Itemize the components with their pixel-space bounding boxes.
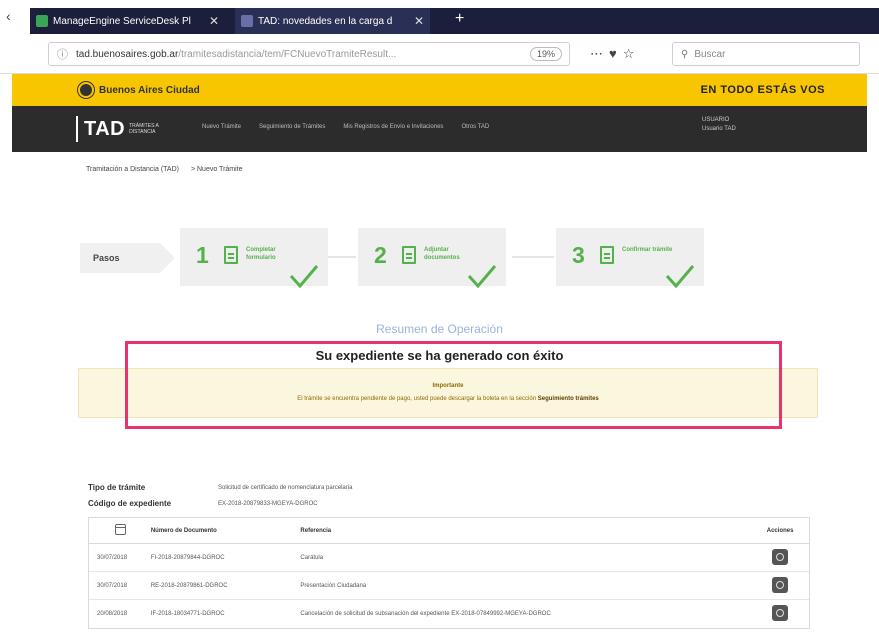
codigo-value: EX-2018-20879833-MGEYA-DGROC	[218, 501, 318, 507]
row-doc-number: RE-2018-20879861-DGROC	[150, 582, 228, 589]
breadcrumb-home[interactable]: Tramitación a Distancia (TAD)	[86, 166, 179, 173]
slogan: EN TODO ESTÁS VOS	[700, 84, 825, 96]
nav-nuevo-tramite[interactable]: Nuevo Trámite	[202, 124, 241, 130]
new-tab-button[interactable]: +	[455, 10, 464, 28]
search-icon: ⚲	[681, 48, 689, 60]
step-label: Completar formulario	[246, 247, 276, 261]
breadcrumb: Tramitación a Distancia (TAD) > Nuevo Tr…	[86, 166, 243, 173]
highlight-annotation	[125, 341, 782, 429]
tad-favicon-icon	[241, 15, 253, 27]
tab-tad[interactable]: TAD: novedades en la carga d ✕	[235, 8, 431, 34]
user-name: Usuario TAD	[702, 126, 736, 132]
checkmark-icon	[665, 265, 695, 289]
table-header: Número de Documento Referencia Acciones	[89, 518, 809, 544]
more-icon[interactable]: ⋯	[590, 46, 609, 61]
step-label: Confirmar trámite	[622, 247, 673, 253]
breadcrumb-current: > Nuevo Trámite	[190, 166, 243, 173]
view-document-button[interactable]	[772, 548, 789, 565]
reference-header: Referencia	[300, 527, 332, 534]
steps-label: Pasos	[80, 243, 175, 273]
page-actions: ⋯♥☆	[590, 46, 640, 62]
checkmark-icon	[467, 265, 497, 289]
tad-logo-text: TAD	[84, 117, 126, 140]
view-document-button[interactable]	[772, 576, 789, 593]
row-actions	[751, 605, 809, 623]
url-path: /tramitesadistancia/tem/FCNuevoTramiteRe…	[178, 48, 397, 60]
row-actions	[751, 548, 809, 567]
site-nav-bar: TAD TRÁMITES A DISTANCIA Nuevo Trámite S…	[12, 106, 867, 152]
user-label: USUARIO	[702, 117, 730, 123]
actions-header: Acciones	[766, 527, 794, 534]
tad-logo-subtitle: TRÁMITES A DISTANCIA	[129, 123, 159, 135]
step-label: Adjuntar documentos	[424, 247, 460, 261]
summary-title: Resumen de Operación	[376, 322, 503, 336]
servicedesk-favicon-icon	[36, 15, 48, 27]
table-row: 20/08/2018 IF-2018-18034771-DGROC Cancel…	[89, 600, 809, 628]
bookmark-star-icon[interactable]: ☆	[623, 46, 641, 61]
tab-servicedesk[interactable]: ManageEngine ServiceDesk Pl ✕	[30, 8, 225, 34]
step-connector	[328, 256, 356, 258]
close-icon[interactable]: ✕	[414, 14, 424, 28]
user-menu[interactable]: USUARIO Usuario TAD	[702, 116, 736, 134]
row-doc-number: FI-2018-20879844-DGROC	[150, 554, 225, 561]
row-date: 30/07/2018	[97, 554, 128, 561]
search-placeholder: Buscar	[694, 48, 726, 60]
buenos-aires-logo[interactable]: Buenos Aires Ciudad	[78, 82, 200, 98]
row-doc-number: IF-2018-18034771-DGROC	[150, 611, 225, 617]
url-bar: ⓘ tad.buenosaires.gob.ar /tramitesadista…	[0, 34, 879, 74]
step-number: 3	[572, 242, 585, 268]
tab-strip: ManageEngine ServiceDesk Pl ✕ TAD: noved…	[30, 8, 879, 34]
expediente-details: Tipo de trámite Solicitud de certificado…	[88, 480, 352, 512]
tab-title: ManageEngine ServiceDesk Pl	[53, 15, 191, 27]
tipo-value: Solicitud de certificado de nomenclatura…	[218, 485, 353, 491]
nav-registros[interactable]: Mis Registros de Envío e Invitaciones	[343, 124, 443, 130]
address-field[interactable]: ⓘ tad.buenosaires.gob.ar /tramitesadista…	[48, 42, 570, 66]
documents-table: Número de Documento Referencia Acciones …	[88, 517, 810, 629]
search-input[interactable]: ⚲ Buscar	[672, 42, 860, 66]
view-document-button[interactable]	[772, 605, 789, 621]
tipo-label: Tipo de trámite	[88, 483, 146, 492]
pocket-icon[interactable]: ♥	[609, 46, 623, 61]
step-2: 2 Adjuntar documentos	[358, 228, 506, 289]
row-date: 20/08/2018	[97, 611, 128, 617]
codigo-row: Código de expediente EX-2018-20879833-MG…	[88, 496, 352, 512]
document-icon	[224, 246, 238, 264]
row-reference: Presentación Ciudadana	[300, 582, 367, 589]
checkmark-icon	[289, 265, 319, 289]
nav-seguimiento[interactable]: Seguimiento de Trámites	[259, 124, 325, 130]
site-top-bar: Buenos Aires Ciudad EN TODO ESTÁS VOS	[12, 74, 867, 106]
document-icon	[600, 246, 614, 264]
browser-tab-bar: ‹ ManageEngine ServiceDesk Pl ✕ TAD: nov…	[0, 0, 879, 34]
row-reference: Cancelación de solicitud de subsanación …	[300, 611, 551, 617]
step-number: 2	[374, 242, 387, 268]
calendar-icon	[115, 524, 126, 535]
table-row: 30/07/2018 FI-2018-20879844-DGROC Carátu…	[89, 544, 809, 572]
date-column-header	[89, 524, 151, 537]
logo-divider	[76, 116, 78, 142]
info-icon[interactable]: ⓘ	[57, 46, 68, 62]
codigo-label: Código de expediente	[88, 499, 172, 508]
step-3: 3 Confirmar trámite	[556, 228, 704, 289]
step-connector	[512, 256, 554, 258]
step-number: 1	[196, 242, 209, 268]
zoom-badge[interactable]: 19%	[530, 47, 563, 61]
tab-title: TAD: novedades en la carga d	[258, 15, 393, 27]
step-1: 1 Completar formulario	[180, 228, 328, 289]
row-date: 30/07/2018	[97, 582, 128, 589]
close-icon[interactable]: ✕	[209, 14, 219, 28]
url-domain: tad.buenosaires.gob.ar	[76, 48, 179, 60]
main-nav: Nuevo Trámite Seguimiento de Trámites Mi…	[202, 124, 489, 130]
back-arrow-icon[interactable]: ‹	[6, 8, 11, 24]
ba-logo-icon	[78, 82, 94, 98]
brand-name: Buenos Aires Ciudad	[99, 84, 200, 96]
table-row: 30/07/2018 RE-2018-20879861-DGROC Presen…	[89, 572, 809, 600]
row-reference: Carátula	[300, 554, 324, 561]
doc-number-header: Número de Documento	[150, 527, 217, 534]
document-icon	[402, 246, 416, 264]
row-actions	[751, 576, 809, 595]
nav-otros-tad[interactable]: Otros TAD	[461, 124, 489, 130]
tad-logo[interactable]: TAD TRÁMITES A DISTANCIA	[76, 116, 165, 142]
tipo-row: Tipo de trámite Solicitud de certificado…	[88, 480, 352, 496]
